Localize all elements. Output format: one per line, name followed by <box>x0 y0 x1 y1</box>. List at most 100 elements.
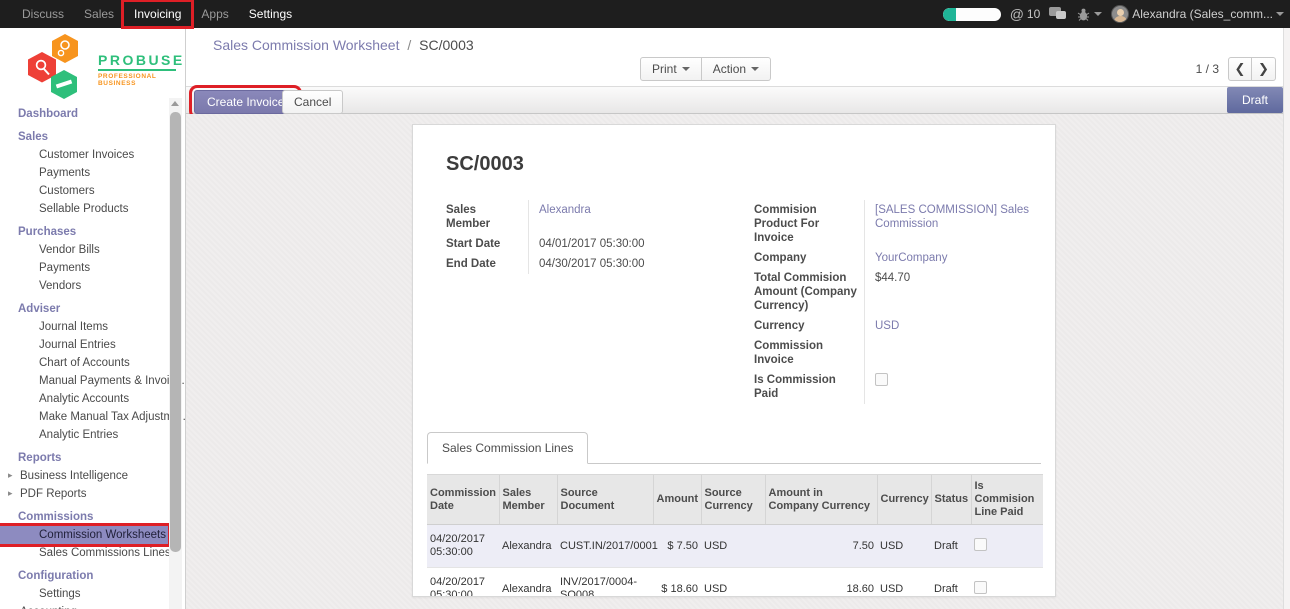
sidebar: PROBUSE PROFESSIONAL BUSINESS DashboardS… <box>0 28 186 609</box>
sidebar-item-vendor-bills[interactable]: Vendor Bills <box>0 241 168 259</box>
debug-menu[interactable] <box>1076 7 1102 22</box>
field-label: Is Commission Paid <box>754 370 864 404</box>
navbar-app-settings[interactable]: Settings <box>239 2 302 26</box>
action-button[interactable]: Action <box>702 57 771 81</box>
sidebar-scrollbar-thumb[interactable] <box>170 112 181 552</box>
sidebar-section-purchases[interactable]: Purchases <box>0 223 168 241</box>
sidebar-item-accounting[interactable]: ▸Accounting <box>0 603 168 609</box>
cancel-button[interactable]: Cancel <box>282 90 343 114</box>
sidebar-item-payments[interactable]: Payments <box>0 259 168 277</box>
form-field-sales-member: Sales MemberAlexandra <box>446 200 738 234</box>
field-value[interactable]: YourCompany <box>864 248 1041 268</box>
cell-amount: $ 18.60 <box>653 568 701 598</box>
sidebar-item-label: Payments <box>39 262 90 274</box>
sidebar-item-chart-of-accounts[interactable]: Chart of Accounts <box>0 354 168 372</box>
activity-menu[interactable]: @ 10 <box>1010 6 1041 22</box>
column-header-source-currency[interactable]: Source Currency <box>701 475 765 525</box>
print-button[interactable]: Print <box>640 57 702 81</box>
sidebar-item-settings[interactable]: Settings <box>0 585 168 603</box>
sidebar-item-label: Business Intelligence <box>20 470 128 482</box>
sidebar-item-label: Make Manual Tax Adjustme... <box>39 411 186 423</box>
expand-arrow-icon[interactable]: ▸ <box>8 470 13 481</box>
sidebar-item-analytic-entries[interactable]: Analytic Entries <box>0 426 168 444</box>
sidebar-item-customers[interactable]: Customers <box>0 182 168 200</box>
column-header-sales-member[interactable]: Sales Member <box>499 475 557 525</box>
sidebar-item-pdf-reports[interactable]: ▸ PDF Reports <box>0 485 168 503</box>
sidebar-section-commissions[interactable]: Commissions <box>0 508 168 526</box>
brand-hexagons-icon <box>28 32 96 100</box>
sidebar-item-business-intelligence[interactable]: ▸ Business Intelligence <box>0 467 168 485</box>
column-header-status[interactable]: Status <box>931 475 971 525</box>
field-value[interactable] <box>864 370 1041 404</box>
sidebar-item-sales-commissions-lines[interactable]: Sales Commissions Lines <box>0 544 168 562</box>
notebook: Sales Commission Lines Commission DateSa… <box>427 431 1041 597</box>
sidebar-section-reports[interactable]: Reports <box>0 449 168 467</box>
sidebar-item-commission-worksheets[interactable]: Commission Worksheets <box>0 526 168 544</box>
field-value[interactable]: Alexandra <box>528 200 738 234</box>
column-header-amount-in-company-currency[interactable]: Amount in Company Currency <box>765 475 877 525</box>
scroll-up-icon[interactable] <box>171 101 179 106</box>
field-label: Company <box>754 248 864 268</box>
breadcrumb-separator: / <box>403 37 415 53</box>
field-value[interactable]: [SALES COMMISSION] Sales Commission <box>864 200 1041 248</box>
pager-next-button[interactable]: ❯ <box>1252 57 1276 81</box>
sidebar-item-vendors[interactable]: Vendors <box>0 277 168 295</box>
page-scrollbar[interactable] <box>1283 28 1290 609</box>
form-groups: Sales MemberAlexandraStart Date04/01/201… <box>446 200 1041 404</box>
sidebar-item-label: Manual Payments & Invoice... <box>39 375 186 387</box>
table-row[interactable]: 04/20/2017 05:30:00AlexandraCUST.IN/2017… <box>427 525 1043 568</box>
status-badge[interactable]: Draft <box>1227 87 1283 113</box>
column-header-amount[interactable]: Amount <box>653 475 701 525</box>
field-value: 04/01/2017 05:30:00 <box>528 234 738 254</box>
brand-name: PROBUSE <box>98 52 176 71</box>
navbar-app-apps[interactable]: Apps <box>191 2 238 26</box>
breadcrumb: Sales Commission Worksheet / SC/0003 <box>213 37 474 53</box>
cell-amount: $ 7.50 <box>653 525 701 568</box>
table-row[interactable]: 04/20/2017 05:30:00AlexandraINV/2017/000… <box>427 568 1043 598</box>
column-header-currency[interactable]: Currency <box>877 475 931 525</box>
form-sheet: SC/0003 Sales MemberAlexandraStart Date0… <box>412 124 1056 597</box>
breadcrumb-current: SC/0003 <box>419 37 473 53</box>
breadcrumb-parent-link[interactable]: Sales Commission Worksheet <box>213 37 399 53</box>
timer-widget[interactable] <box>943 8 1001 21</box>
cell-source-document: INV/2017/0004-SO008 <box>557 568 653 598</box>
top-navbar: DiscussSalesInvoicingAppsSettings @ 10 A… <box>0 0 1290 28</box>
sidebar-item-analytic-accounts[interactable]: Analytic Accounts <box>0 390 168 408</box>
sidebar-item-label: Sellable Products <box>39 203 129 215</box>
navbar-app-discuss[interactable]: Discuss <box>12 2 74 26</box>
field-value[interactable]: USD <box>864 316 1041 336</box>
sidebar-item-label: Analytic Entries <box>39 429 118 441</box>
pager-previous-button[interactable]: ❮ <box>1228 57 1252 81</box>
checkbox[interactable] <box>974 538 987 551</box>
sidebar-section-adviser[interactable]: Adviser <box>0 300 168 318</box>
column-header-commission-date[interactable]: Commission Date <box>427 475 499 525</box>
sidebar-item-manual-payments-invoice[interactable]: Manual Payments & Invoice... <box>0 372 168 390</box>
sidebar-item-payments[interactable]: Payments <box>0 164 168 182</box>
messages-menu[interactable] <box>1049 7 1067 21</box>
tab-sales-commission-lines[interactable]: Sales Commission Lines <box>427 432 588 464</box>
expand-arrow-icon[interactable]: ▸ <box>8 488 13 499</box>
chevron-down-icon <box>1094 12 1102 16</box>
form-field-commision-product-for-invoice: Commision Product For Invoice[SALES COMM… <box>754 200 1041 248</box>
navbar-app-invoicing[interactable]: Invoicing <box>124 2 191 26</box>
sidebar-item-label: PDF Reports <box>20 488 86 500</box>
user-label: Alexandra (Sales_comm... <box>1132 7 1273 21</box>
sidebar-section-sales[interactable]: Sales <box>0 128 168 146</box>
user-menu[interactable]: Alexandra (Sales_comm... <box>1111 5 1284 23</box>
sidebar-scrollbar[interactable] <box>169 98 182 609</box>
content-background: SC/0003 Sales MemberAlexandraStart Date0… <box>186 114 1283 609</box>
sidebar-section-configuration[interactable]: Configuration <box>0 567 168 585</box>
sidebar-item-label: Commission Worksheets <box>39 529 166 541</box>
column-header-source-document[interactable]: Source Document <box>557 475 653 525</box>
sidebar-item-sellable-products[interactable]: Sellable Products <box>0 200 168 218</box>
checkbox[interactable] <box>974 581 987 594</box>
sidebar-section-dashboard[interactable]: Dashboard <box>0 105 168 123</box>
checkbox[interactable] <box>875 373 888 386</box>
sidebar-item-journal-entries[interactable]: Journal Entries <box>0 336 168 354</box>
sidebar-item-make-manual-tax-adjustme[interactable]: Make Manual Tax Adjustme... <box>0 408 168 426</box>
column-header-is-commision-line-paid[interactable]: Is Commision Line Paid <box>971 475 1043 525</box>
sidebar-item-journal-items[interactable]: Journal Items <box>0 318 168 336</box>
chat-bubbles-icon <box>1049 7 1067 21</box>
navbar-app-sales[interactable]: Sales <box>74 2 124 26</box>
sidebar-item-customer-invoices[interactable]: Customer Invoices <box>0 146 168 164</box>
